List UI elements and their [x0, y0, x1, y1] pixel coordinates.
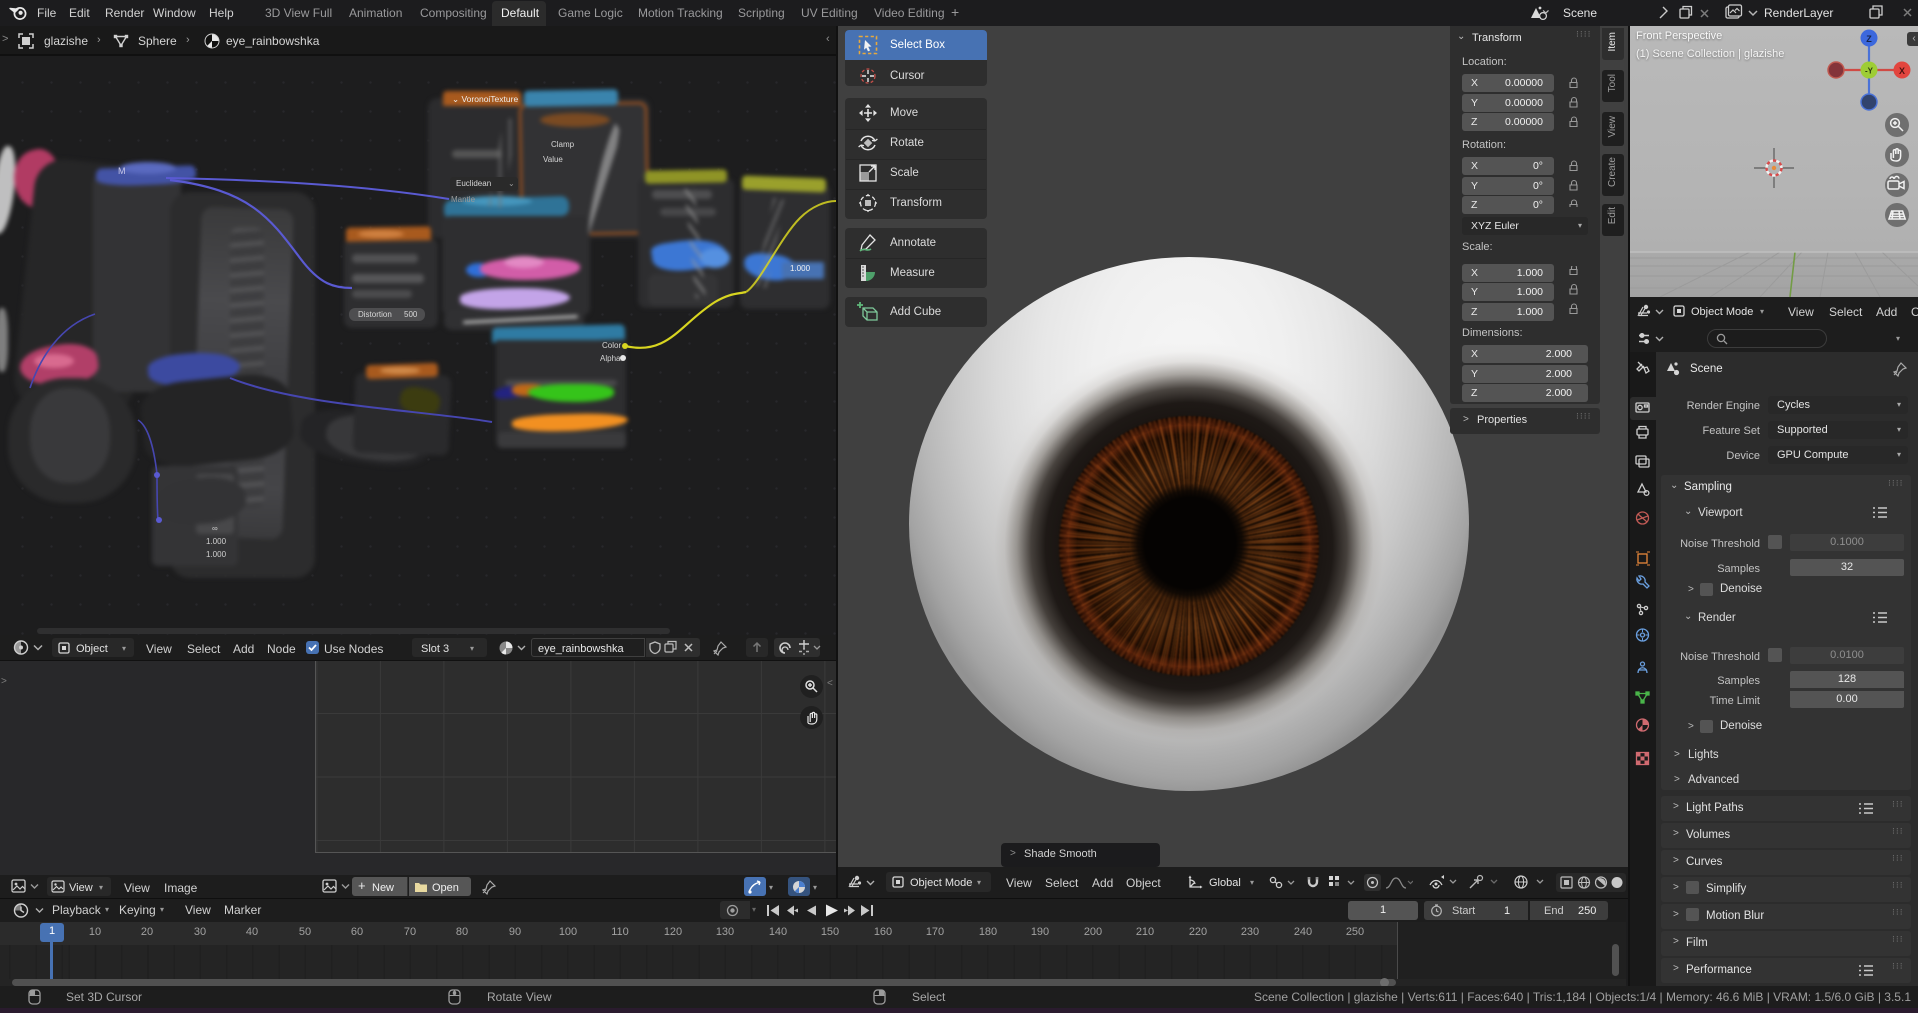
svg-text:-Y: -Y [1865, 67, 1874, 76]
svg-text:X: X [1899, 66, 1905, 76]
svg-text:Z: Z [1866, 34, 1872, 44]
